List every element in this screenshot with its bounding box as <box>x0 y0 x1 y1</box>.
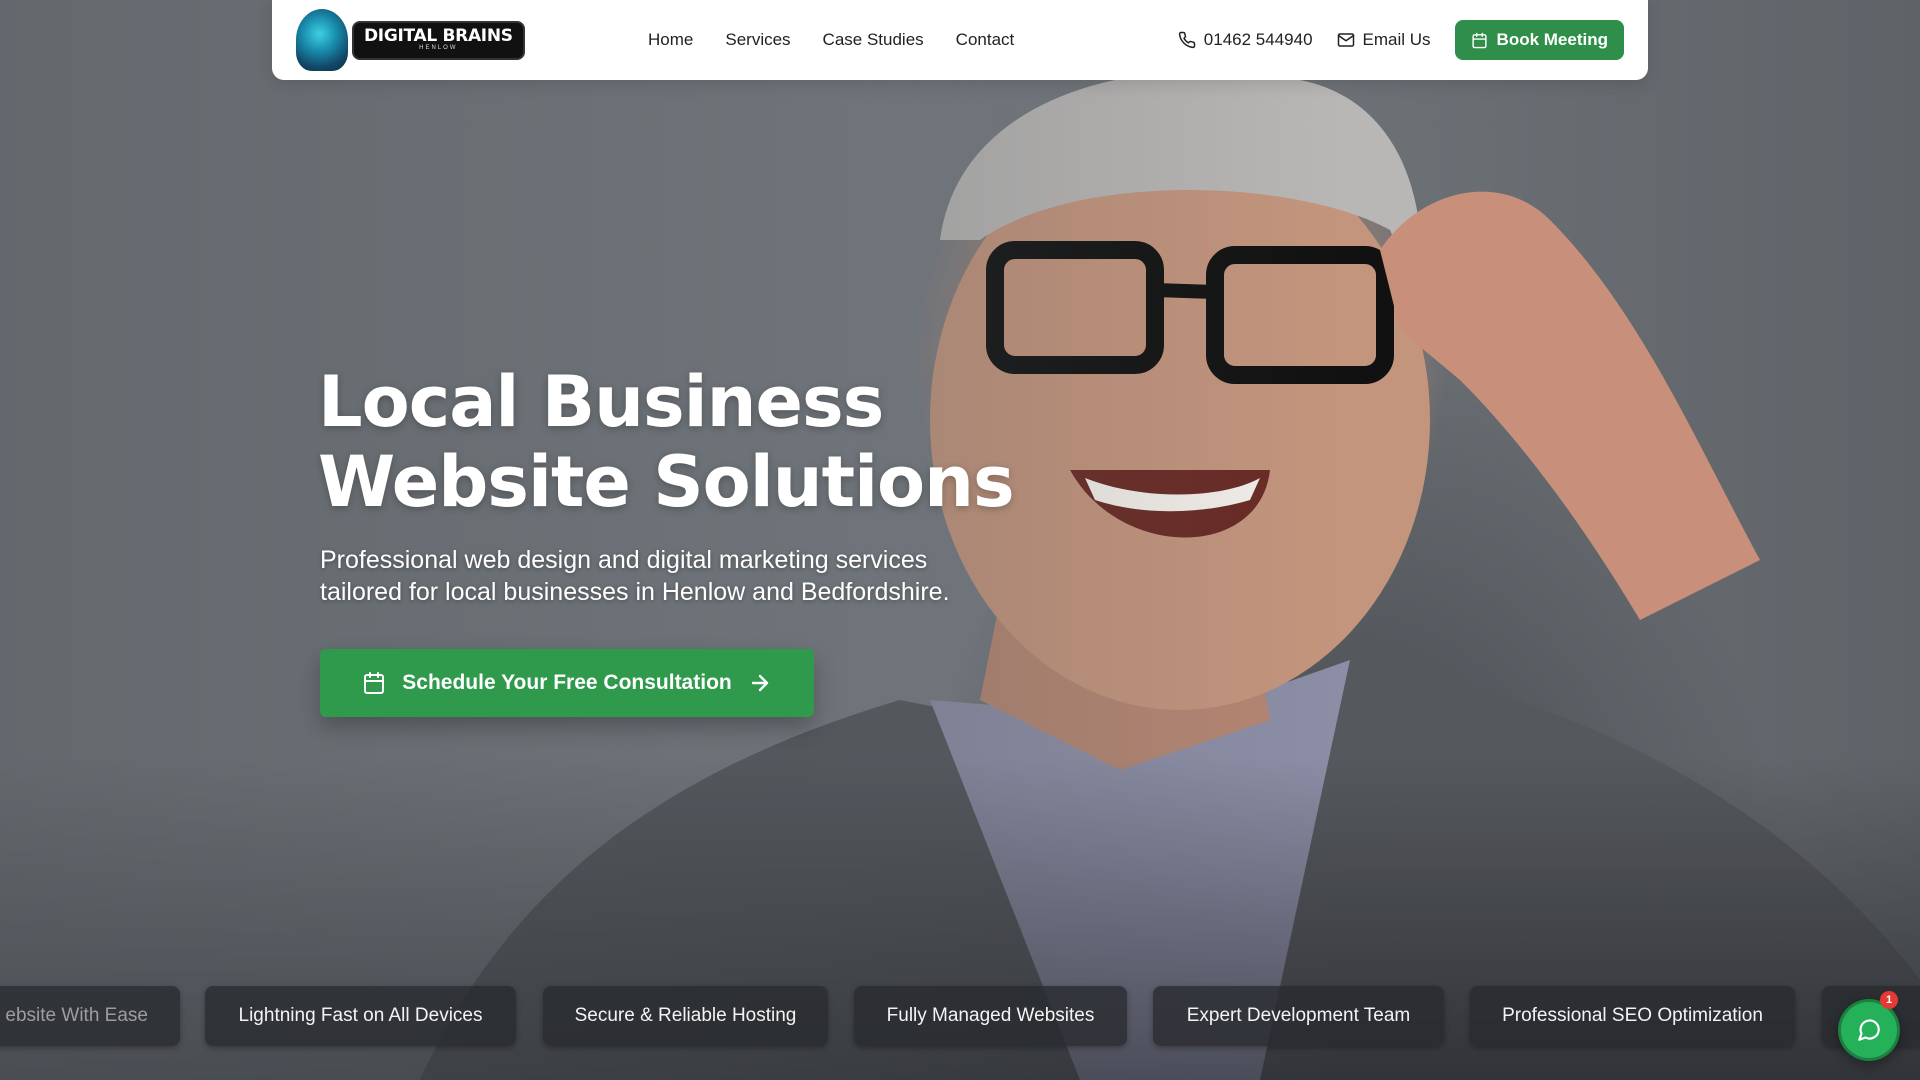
book-meeting-label: Book Meeting <box>1496 30 1608 49</box>
site-logo[interactable]: DIGITAL BRAINS HENLOW <box>296 8 525 72</box>
site-header: DIGITAL BRAINS HENLOW Home Services Case… <box>272 0 1648 80</box>
nav-home[interactable]: Home <box>648 30 693 50</box>
logo-subtitle: HENLOW <box>419 44 458 51</box>
mail-icon <box>1337 33 1354 47</box>
ticker-item: Professional SEO Optimization <box>1470 986 1795 1046</box>
hero-title: Local Business Website Solutions <box>318 361 1015 523</box>
hero-title-line-1: Local Business <box>318 361 884 443</box>
chat-icon <box>1858 1019 1880 1041</box>
ticker-item: ebsite With Ease <box>0 986 180 1046</box>
cta-label: Schedule Your Free Consultation <box>402 671 732 694</box>
calendar-icon <box>364 672 385 694</box>
hero-subtitle-line-1: Professional web design and digital mark… <box>320 546 928 574</box>
nav-case-studies[interactable]: Case Studies <box>823 30 924 50</box>
logo-title: DIGITAL BRAINS <box>364 25 513 46</box>
ticker-item: Fully Managed Websites <box>854 986 1127 1046</box>
nav-services[interactable]: Services <box>725 30 790 50</box>
phone-icon <box>1178 31 1196 49</box>
email-link[interactable]: Email Us <box>1337 30 1431 50</box>
ticker-item: Expert Development Team <box>1153 986 1444 1046</box>
phone-number: 01462 544940 <box>1203 30 1313 49</box>
header-actions: 01462 544940 Email Us Book Meeting <box>1178 0 1624 80</box>
arrow-right-icon <box>751 674 768 692</box>
hero-title-line-2: Website Solutions <box>318 441 1015 523</box>
hero-overlay <box>0 0 1920 1080</box>
logo-wordmark: DIGITAL BRAINS HENLOW <box>352 20 525 60</box>
chat-notification-badge: 1 <box>1880 991 1898 1009</box>
book-meeting-button[interactable]: Book Meeting <box>1454 20 1624 60</box>
brain-head-logo-icon <box>296 9 348 71</box>
main-nav: Home Services Case Studies Contact <box>648 0 1014 80</box>
feature-ticker: ebsite With Ease Lightning Fast on All D… <box>0 986 1920 1046</box>
hero-subtitle: Professional web design and digital mark… <box>320 544 1020 608</box>
email-label: Email Us <box>1362 30 1431 49</box>
ticker-item: Lightning Fast on All Devices <box>205 986 516 1046</box>
phone-link[interactable]: 01462 544940 <box>1178 30 1313 50</box>
calendar-icon <box>1471 32 1487 48</box>
nav-contact[interactable]: Contact <box>956 30 1015 50</box>
hero-subtitle-line-2: tailored for local businesses in Henlow … <box>320 578 950 606</box>
ticker-item: Secure & Reliable Hosting <box>543 986 828 1046</box>
schedule-consultation-button[interactable]: Schedule Your Free Consultation <box>320 649 814 717</box>
